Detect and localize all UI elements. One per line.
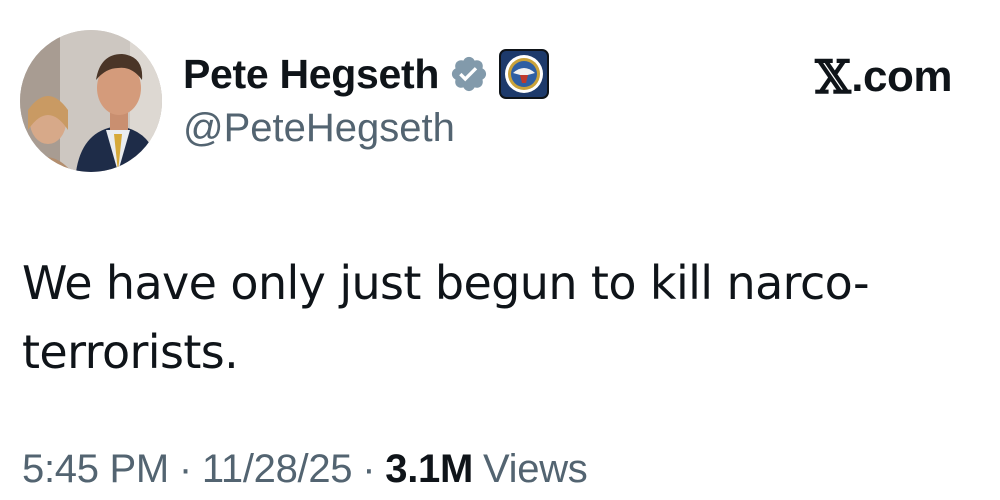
views-label: Views — [483, 447, 588, 491]
brand-domain-suffix: .com — [851, 52, 952, 101]
post-text-line: We have only just begun to kill narco- — [22, 256, 870, 310]
post-time[interactable]: 5:45 PM — [22, 447, 169, 492]
post-date[interactable]: 11/28/25 — [202, 447, 353, 492]
post-meta: 5:45 PM · 11/28/25 · 3.1M Views — [22, 447, 588, 492]
meta-separator: · — [178, 447, 192, 491]
post-card: Pete Hegseth @PeteHegseth 𝕏 .com We have… — [0, 0, 1000, 500]
avatar[interactable] — [20, 30, 162, 172]
post-text-line: terrorists. — [22, 325, 239, 379]
author-handle[interactable]: @PeteHegseth — [183, 106, 455, 151]
meta-separator: · — [362, 447, 376, 491]
views-count: 3.1M — [385, 447, 474, 491]
display-name[interactable]: Pete Hegseth — [183, 51, 439, 98]
post-text: We have only just begun to kill narco- t… — [22, 249, 922, 387]
x-logo-icon: 𝕏 — [815, 50, 851, 104]
x-com-brand: 𝕏 .com — [815, 50, 952, 104]
author-name-row: Pete Hegseth — [183, 48, 550, 100]
verified-badge-icon — [449, 54, 489, 94]
department-seal-icon[interactable] — [499, 49, 550, 99]
profile-photo — [20, 30, 162, 172]
